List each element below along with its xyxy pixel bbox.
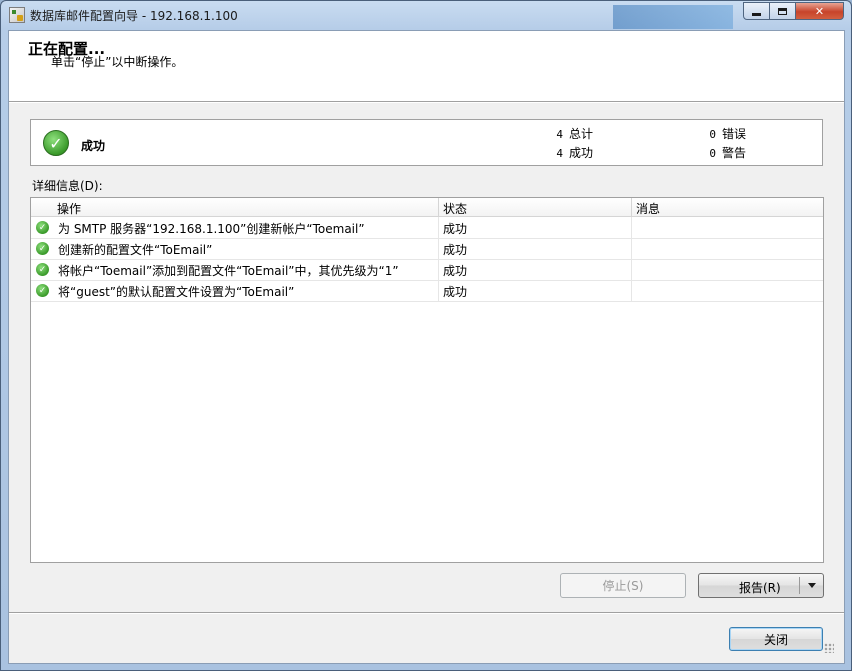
row-action: 将“guest”的默认配置文件设置为“ToEmail” bbox=[58, 285, 295, 299]
success-check-icon: ✓ bbox=[36, 263, 49, 276]
minimize-button[interactable] bbox=[743, 2, 770, 20]
maximize-icon bbox=[778, 7, 787, 15]
background-window-glimpse bbox=[613, 5, 733, 29]
column-header-status[interactable]: 状态 bbox=[443, 200, 467, 217]
stop-button-label: 停止(S) bbox=[602, 579, 644, 593]
success-check-icon: ✓ bbox=[36, 284, 49, 297]
stat-total: 4 总计 bbox=[545, 125, 593, 142]
row-action: 为 SMTP 服务器“192.168.1.100”创建新帐户“Toemail” bbox=[58, 222, 365, 236]
app-icon bbox=[9, 7, 25, 23]
grid-header: 操作 状态 消息 bbox=[31, 198, 823, 217]
table-row[interactable]: ✓ 将“guest”的默认配置文件设置为“ToEmail” 成功 bbox=[31, 280, 823, 302]
table-row[interactable]: ✓ 创建新的配置文件“ToEmail” 成功 bbox=[31, 238, 823, 260]
cell-divider bbox=[631, 280, 632, 301]
details-label: 详细信息(D): bbox=[32, 179, 103, 193]
dropdown-arrow-icon[interactable] bbox=[808, 583, 816, 588]
stat-warning: 0 警告 bbox=[698, 144, 746, 161]
warning-count: 0 bbox=[709, 147, 716, 160]
resize-grip-icon[interactable] bbox=[824, 643, 834, 653]
title-bar[interactable]: 数据库邮件配置向导 - 192.168.1.100 ✕ bbox=[1, 1, 851, 29]
dialog-client-area: 正在配置... 单击“停止”以中断操作。 ✓ 成功 4 总计 4 成功 0 错误 0警… bbox=[8, 30, 845, 664]
cell-divider bbox=[438, 217, 439, 238]
total-label: 总计 bbox=[569, 127, 594, 141]
column-divider[interactable] bbox=[438, 198, 439, 216]
success-check-icon: ✓ bbox=[36, 221, 49, 234]
header-divider bbox=[9, 102, 844, 103]
row-status: 成功 bbox=[443, 222, 468, 236]
row-action: 将帐户“Toemail”添加到配置文件“ToEmail”中，其优先级为“1” bbox=[58, 264, 399, 278]
success-check-icon: ✓ bbox=[36, 242, 49, 255]
close-icon: ✕ bbox=[814, 4, 825, 18]
warning-label: 警告 bbox=[722, 146, 747, 160]
details-grid[interactable]: 操作 状态 消息 ✓ 为 SMTP 服务器“192.168.1.100”创建新帐… bbox=[30, 197, 824, 563]
table-row[interactable]: ✓ 为 SMTP 服务器“192.168.1.100”创建新帐户“Toemail… bbox=[31, 217, 823, 239]
stat-error: 0 错误 bbox=[698, 125, 746, 142]
error-count: 0 bbox=[709, 128, 716, 141]
page-subtitle: 单击“停止”以中断操作。 bbox=[51, 55, 184, 69]
table-row[interactable]: ✓ 将帐户“Toemail”添加到配置文件“ToEmail”中，其优先级为“1”… bbox=[31, 259, 823, 281]
cell-divider bbox=[438, 238, 439, 259]
total-count: 4 bbox=[556, 128, 563, 141]
cell-divider bbox=[631, 238, 632, 259]
footer-divider-highlight bbox=[9, 613, 844, 614]
column-header-action[interactable]: 操作 bbox=[57, 200, 81, 217]
cell-divider bbox=[631, 217, 632, 238]
stat-success: 4 成功 bbox=[545, 144, 593, 161]
cell-divider bbox=[438, 280, 439, 301]
wizard-header: 正在配置... 单击“停止”以中断操作。 bbox=[9, 31, 844, 102]
success-count: 4 bbox=[556, 147, 563, 160]
window-title: 数据库邮件配置向导 - 192.168.1.100 bbox=[30, 9, 238, 23]
stop-button[interactable]: 停止(S) bbox=[560, 573, 686, 598]
close-window-button[interactable]: ✕ bbox=[795, 2, 844, 20]
error-label: 错误 bbox=[722, 127, 747, 141]
success-check-icon: ✓ bbox=[43, 130, 69, 156]
close-button-label: 关闭 bbox=[763, 632, 788, 647]
column-header-message[interactable]: 消息 bbox=[636, 200, 660, 217]
maximize-button[interactable] bbox=[769, 2, 796, 20]
cell-divider bbox=[631, 259, 632, 280]
row-action: 创建新的配置文件“ToEmail” bbox=[58, 243, 213, 257]
minimize-icon bbox=[752, 12, 761, 16]
report-button[interactable]: 报告(R) bbox=[698, 573, 824, 598]
report-button-label: 报告(R) bbox=[739, 581, 781, 595]
row-status: 成功 bbox=[443, 243, 468, 257]
dialog-window: 数据库邮件配置向导 - 192.168.1.100 ✕ 正在配置... 单击“停… bbox=[0, 0, 852, 671]
cell-divider bbox=[438, 259, 439, 280]
row-status: 成功 bbox=[443, 285, 468, 299]
close-button[interactable]: 关闭 bbox=[729, 627, 823, 651]
overall-status-label: 成功 bbox=[81, 139, 106, 153]
status-summary-panel: ✓ 成功 4 总计 4 成功 0 错误 0 警告 bbox=[30, 119, 823, 166]
column-divider[interactable] bbox=[631, 198, 632, 216]
row-status: 成功 bbox=[443, 264, 468, 278]
split-divider bbox=[799, 577, 800, 594]
success-label: 成功 bbox=[569, 146, 594, 160]
